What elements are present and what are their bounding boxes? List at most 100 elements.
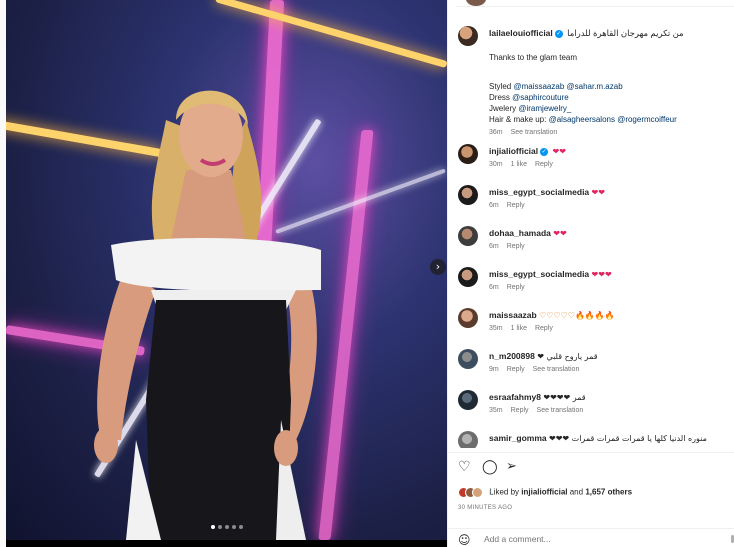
caption-jewelry-prefix: Jwelery: [489, 104, 517, 113]
comment-line: samir_gomma ❤❤❤ منوره الدنيا كلها يا قمر…: [489, 433, 707, 444]
woman-figure: [94, 90, 321, 540]
mention-link[interactable]: @maissaazab @sahar.m.azab: [513, 82, 622, 91]
liked-by-user[interactable]: injialiofficial: [521, 488, 567, 497]
avatar[interactable]: [458, 390, 478, 410]
comments-list[interactable]: lailaelouiofficial ✓ من تكريم مهرجان القا…: [448, 16, 734, 448]
avatar[interactable]: [458, 308, 478, 328]
comment-time: 35m: [489, 407, 503, 414]
see-translation-link[interactable]: See translation: [511, 129, 558, 136]
liked-by-prefix: Liked by: [489, 487, 520, 497]
emoji-icon[interactable]: ☺: [458, 533, 471, 547]
header-username[interactable]: lailaelouiofficial: [496, 0, 564, 1]
see-translation-link[interactable]: See translation: [533, 366, 580, 373]
avatar[interactable]: [458, 431, 478, 448]
post-media[interactable]: ›: [6, 0, 447, 540]
comment-text: ❤❤❤: [591, 270, 612, 279]
comment-line: maissaazab ♡♡♡♡♡🔥🔥🔥🔥: [489, 310, 615, 321]
liked-by-others[interactable]: 1,657 others: [585, 488, 632, 497]
mention-link[interactable]: @alsagheersalons @rogermcoiffeur: [549, 115, 677, 124]
avatar[interactable]: [458, 349, 478, 369]
comment-text: ❤❤❤❤ قمر: [543, 393, 586, 402]
liked-by-line: Liked by injialiofficial and 1,657 other…: [458, 487, 632, 498]
reply-button[interactable]: Reply: [507, 202, 525, 209]
heart-icon[interactable]: ♡: [458, 459, 471, 475]
post-actions: ♡ ◯ ➢ Liked by injialiofficial and 1,657…: [448, 452, 734, 513]
carousel-dots: [211, 525, 243, 529]
instagram-post-view: › lailaelouiofficial lailaelouiofficial✓…: [0, 0, 734, 547]
caption-styled-prefix: Styled: [489, 82, 512, 91]
comment-meta: 35m Reply See translation: [489, 407, 591, 414]
comment-time: 35m: [489, 325, 503, 332]
reply-button[interactable]: Reply: [507, 284, 525, 291]
comment-meta: 9m Reply See translation: [489, 366, 587, 373]
next-slide-button[interactable]: ›: [430, 259, 446, 275]
comment-username[interactable]: injialiofficial: [489, 146, 538, 156]
comment-likes[interactable]: 1 like: [511, 161, 527, 168]
verified-badge-icon: ✓: [554, 29, 563, 38]
reply-button[interactable]: Reply: [507, 243, 525, 250]
carousel-dot: [211, 525, 215, 529]
reply-button[interactable]: Reply: [535, 325, 553, 332]
comment-username[interactable]: samir_gomma: [489, 433, 547, 443]
add-comment-input[interactable]: [484, 534, 704, 544]
comment-line: miss_egypt_socialmedia ❤❤: [489, 187, 605, 198]
comment-username[interactable]: n_m200898: [489, 351, 535, 361]
caption-dress-line: Dress @saphircouture: [489, 92, 569, 103]
comment-line: esraafahmy8 ❤❤❤❤ قمر: [489, 392, 586, 403]
comment-username[interactable]: esraafahmy8: [489, 392, 541, 402]
comment-time: 9m: [489, 366, 499, 373]
caption-styled-line: Styled @maissaazab @sahar.m.azab: [489, 81, 623, 92]
carousel-dot: [218, 525, 222, 529]
comment-username[interactable]: miss_egypt_socialmedia: [489, 187, 589, 197]
reply-button[interactable]: Reply: [535, 161, 553, 168]
avatar[interactable]: [466, 0, 486, 6]
share-icon[interactable]: ➢: [506, 459, 517, 474]
caption-arabic-text: من تكريم مهرجان القاهرة للدراما: [567, 28, 684, 38]
comment-meta: 6m Reply: [489, 202, 533, 209]
mention-link[interactable]: @iramjewelry_: [518, 104, 571, 113]
reply-button[interactable]: Reply: [511, 407, 529, 414]
comment-text: ❤❤: [552, 147, 566, 156]
comment-line: dohaa_hamada ❤❤: [489, 228, 567, 239]
carousel-dot: [239, 525, 243, 529]
comment-time: 6m: [489, 243, 499, 250]
reply-button[interactable]: Reply: [507, 366, 525, 373]
comment-line: miss_egypt_socialmedia ❤❤❤: [489, 269, 612, 280]
caption-jewelry-line: Jwelery @iramjewelry_: [489, 103, 571, 114]
comment-text: ❤❤❤ منوره الدنيا كلها يا قمرات قمرات قمر…: [549, 434, 707, 443]
caption-dress-prefix: Dress: [489, 93, 510, 102]
avatar: [472, 487, 483, 498]
comment-icon[interactable]: ◯: [482, 459, 498, 475]
comment-username[interactable]: miss_egypt_socialmedia: [489, 269, 589, 279]
avatar[interactable]: [458, 144, 478, 164]
comment-username[interactable]: maissaazab: [489, 310, 537, 320]
comment-time: 30m: [489, 161, 503, 168]
comment-username[interactable]: dohaa_hamada: [489, 228, 551, 238]
comment-meta: 6m Reply: [489, 243, 533, 250]
comment-meta: 30m 1 like Reply: [489, 161, 561, 168]
carousel-dot: [232, 525, 236, 529]
post-time-ago: 30 MINUTES AGO: [458, 505, 513, 511]
mention-link[interactable]: @saphircouture: [512, 93, 569, 102]
caption-hair-line: Hair & make up: @alsagheersalons @rogerm…: [489, 114, 677, 125]
avatar[interactable]: [458, 26, 478, 46]
avatar[interactable]: [458, 226, 478, 246]
verified-badge-icon: ✓: [540, 147, 549, 156]
comment-time: 6m: [489, 284, 499, 291]
caption-username[interactable]: lailaelouiofficial: [489, 28, 553, 38]
see-translation-link[interactable]: See translation: [537, 407, 584, 414]
comment-text: ❤❤: [591, 188, 605, 197]
add-comment-bar: ☺: [448, 528, 734, 547]
post-side-panel: lailaelouiofficial lailaelouiofficial✓ م…: [447, 0, 734, 547]
comment-meta: 35m 1 like Reply: [489, 325, 561, 332]
caption-time: 36m: [489, 129, 503, 136]
comment-text: قمر ياروح قلبي ❤: [537, 352, 598, 361]
comment-text: ❤❤: [553, 229, 567, 238]
comment-meta: 6m Reply: [489, 284, 533, 291]
avatar[interactable]: [458, 185, 478, 205]
caption-header-line: lailaelouiofficial ✓ من تكريم مهرجان القا…: [489, 28, 684, 39]
avatar[interactable]: [458, 267, 478, 287]
comment-time: 6m: [489, 202, 499, 209]
caption-hair-prefix: Hair & make up:: [489, 115, 547, 124]
comment-likes[interactable]: 1 like: [511, 325, 527, 332]
